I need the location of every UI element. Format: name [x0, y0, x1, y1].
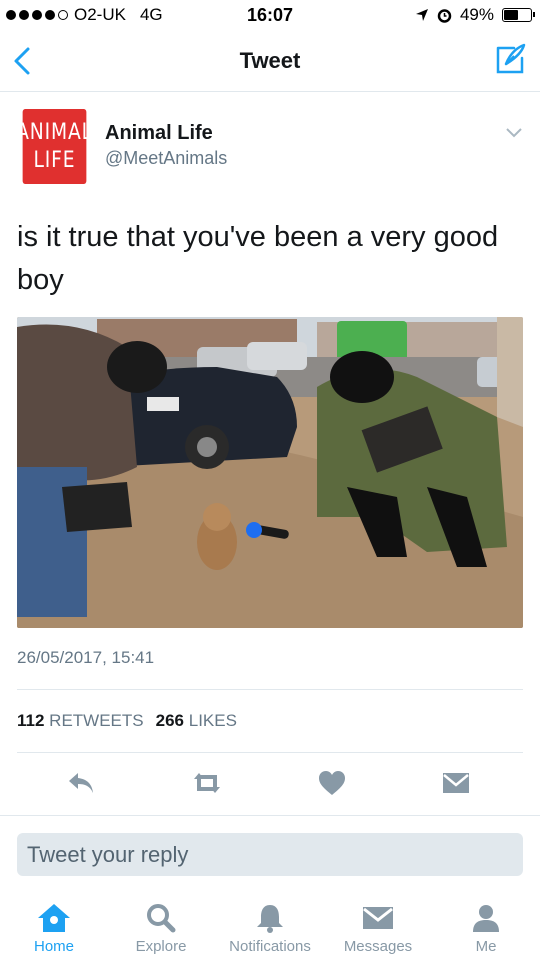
tab-notifications[interactable]: Notifications [220, 902, 320, 955]
tab-messages[interactable]: Messages [328, 902, 428, 955]
navigation-bar: Tweet [0, 32, 540, 92]
tweet-stats: 112 RETWEETS 266 LIKES [17, 711, 237, 731]
divider [0, 815, 540, 816]
like-heart-icon[interactable] [317, 769, 347, 797]
user-display-name[interactable]: Animal Life [105, 122, 213, 145]
person-icon [473, 905, 499, 932]
avatar-text-line1: ANIMAL [16, 119, 93, 145]
tweet-photo[interactable] [17, 317, 523, 628]
retweets-count: 112 [17, 711, 45, 730]
tweet-actions [0, 765, 540, 805]
retweets-label: RETWEETS [49, 711, 144, 730]
status-bar: O2-UK 4G 16:07 49% [0, 0, 540, 32]
tab-label: Notifications [229, 938, 311, 955]
user-handle[interactable]: @MeetAnimals [105, 148, 227, 169]
battery-percent: 49% [459, 5, 494, 24]
likes-stat[interactable]: 266 LIKES [156, 711, 237, 731]
divider [17, 689, 523, 690]
envelope-icon [363, 907, 393, 929]
retweets-stat[interactable]: 112 RETWEETS [17, 711, 144, 731]
tab-me[interactable]: Me [436, 902, 536, 955]
alarm-icon [437, 8, 452, 23]
tab-explore[interactable]: Explore [111, 902, 211, 955]
avatar[interactable]: ANIMAL LIFE [16, 109, 92, 184]
photo-scene [17, 317, 523, 628]
tab-label: Me [475, 938, 497, 955]
reply-icon[interactable] [66, 769, 96, 797]
tweet-text: is it true that you've been a very good … [17, 221, 499, 296]
tab-bar: Home Explore Notifications Messages Me [0, 890, 540, 960]
page-title: Tweet [239, 48, 301, 73]
tab-label: Messages [343, 938, 413, 955]
tab-label: Explore [135, 938, 187, 955]
tab-home[interactable]: Home [4, 902, 104, 955]
direct-message-icon[interactable] [441, 769, 471, 797]
likes-label: LIKES [188, 711, 237, 730]
avatar-text-line2: LIFE [33, 147, 76, 173]
likes-count: 266 [155, 711, 184, 730]
location-arrow-icon [415, 9, 428, 21]
tweet-timestamp: 26/05/2017, 15:41 [17, 648, 155, 667]
compose-tweet-icon[interactable] [494, 42, 526, 76]
battery-icon [502, 8, 535, 22]
tab-label: Home [33, 938, 74, 955]
bell-icon [257, 905, 283, 933]
divider [17, 752, 523, 753]
chevron-down-icon[interactable] [505, 127, 523, 139]
search-icon [147, 904, 176, 933]
reply-input[interactable]: Tweet your reply [17, 833, 523, 876]
status-right: 49% [415, 5, 535, 25]
retweet-icon[interactable] [190, 769, 224, 797]
home-icon [38, 904, 70, 932]
